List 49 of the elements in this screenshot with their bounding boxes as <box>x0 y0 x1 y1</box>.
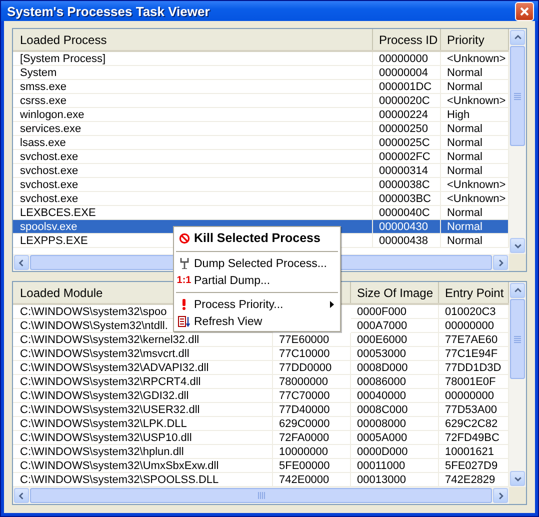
table-cell: 629C0000 <box>273 417 351 431</box>
table-cell: C:\WINDOWS\system32\RPCRT4.dll <box>13 375 273 389</box>
table-cell: 77DD1D3D <box>439 361 509 375</box>
table-cell: 77C70000 <box>273 389 351 403</box>
table-cell: 00011000 <box>351 459 439 473</box>
table-cell: 77C1E94F <box>439 347 509 361</box>
table-cell: C:\WINDOWS\system32\UmxSbxExw.dll <box>13 459 273 473</box>
table-cell: 00000000 <box>439 319 509 333</box>
table-cell: 000A7000 <box>351 319 439 333</box>
table-cell: C:\WINDOWS\system32\LPK.DLL <box>13 417 273 431</box>
table-cell: 0008D000 <box>351 361 439 375</box>
table-cell: 010020C3 <box>439 305 509 319</box>
table-cell: 77E7AE60 <box>439 333 509 347</box>
table-cell: 00040000 <box>351 389 439 403</box>
table-cell: C:\WINDOWS\system32\ADVAPI32.dll <box>13 361 273 375</box>
table-cell: 000E6000 <box>351 333 439 347</box>
table-cell: 742E2829 <box>439 473 509 487</box>
table-cell: 10000000 <box>273 445 351 459</box>
table-cell: 72FD49BC <box>439 431 509 445</box>
window-title: System's Processes Task Viewer <box>7 4 210 18</box>
table-cell: 742E0000 <box>273 473 351 487</box>
table-cell: C:\WINDOWS\system32\msvcrt.dll <box>13 347 273 361</box>
table-cell: C:\WINDOWS\system32\SPOOLSS.DLL <box>13 473 273 487</box>
table-cell: 78001E0F <box>439 375 509 389</box>
table-cell: 00008000 <box>351 417 439 431</box>
table-cell: 0000D000 <box>351 445 439 459</box>
table-cell: 72FA0000 <box>273 431 351 445</box>
table-cell: 00013000 <box>351 473 439 487</box>
table-cell: 00000000 <box>439 389 509 403</box>
table-cell: C:\WINDOWS\system32\USER32.dll <box>13 403 273 417</box>
table-cell: 0000F000 <box>351 305 439 319</box>
table-cell: 77D40000 <box>273 403 351 417</box>
table-cell: 77E60000 <box>273 333 351 347</box>
table-cell: 78000000 <box>273 375 351 389</box>
table-cell: C:\WINDOWS\system32\GDI32.dll <box>13 389 273 403</box>
table-cell: 77C10000 <box>273 347 351 361</box>
table-cell: C:\WINDOWS\system32\USP10.dll <box>13 431 273 445</box>
table-cell: 0008C000 <box>351 403 439 417</box>
table-cell: C:\WINDOWS\system32\kernel32.dll <box>13 333 273 347</box>
table-cell: 00053000 <box>351 347 439 361</box>
table-cell: 5FE00000 <box>273 459 351 473</box>
table-cell: 5FE027D9 <box>439 459 509 473</box>
table-cell: 629C2C82 <box>439 417 509 431</box>
table-cell: C:\WINDOWS\system32\hplun.dll <box>13 445 273 459</box>
table-cell: 0005A000 <box>351 431 439 445</box>
table-cell: 10001621 <box>439 445 509 459</box>
table-cell: 77D53A00 <box>439 403 509 417</box>
table-cell: 00086000 <box>351 375 439 389</box>
table-cell: 77DD0000 <box>273 361 351 375</box>
